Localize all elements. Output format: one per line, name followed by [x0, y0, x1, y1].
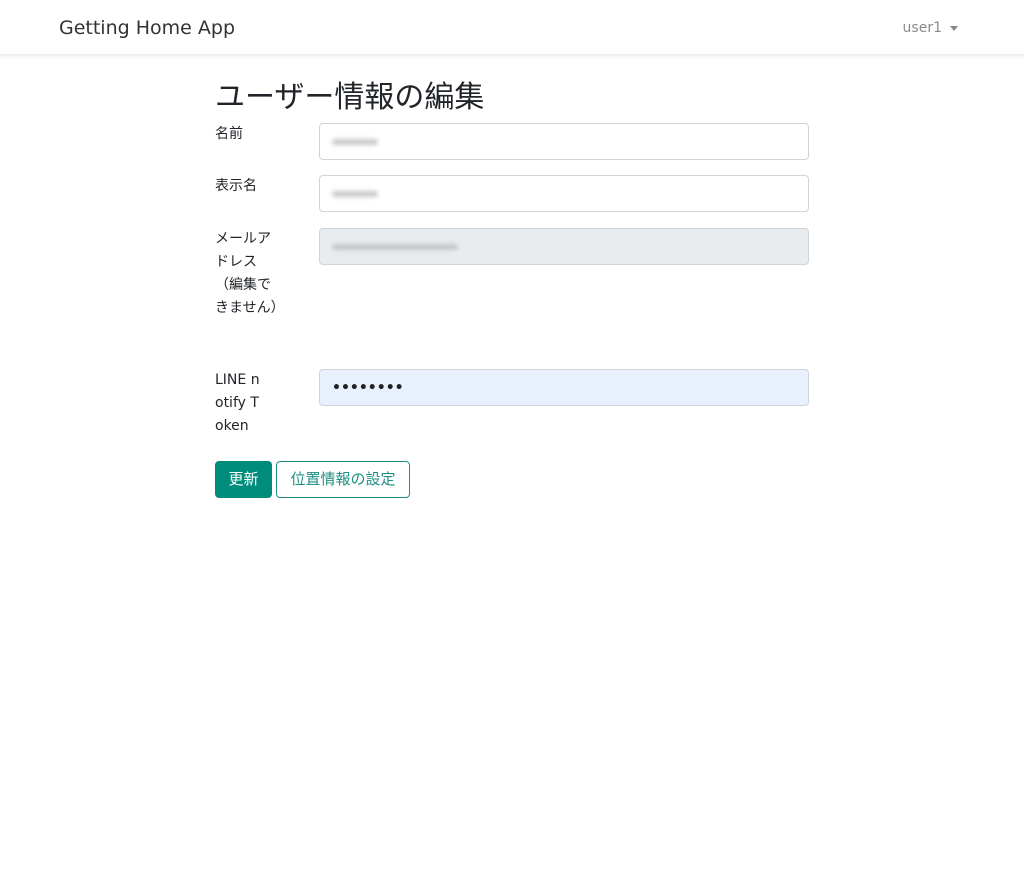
name-label: 名前: [215, 126, 243, 142]
navbar: Getting Home App user1: [0, 0, 1024, 55]
display-name-label: 表示名: [215, 178, 257, 194]
form-row-display-name: 表示名: [215, 175, 809, 212]
email-input: [319, 228, 809, 265]
name-input[interactable]: [319, 123, 809, 160]
caret-down-icon: [950, 26, 958, 31]
form-row-email: メールアドレス（編集できません）: [215, 228, 809, 348]
form-row-name: 名前: [215, 123, 809, 160]
line-token-label: LINE notify Token: [215, 372, 260, 434]
update-button[interactable]: 更新: [215, 461, 272, 498]
blurred-value: [332, 138, 378, 145]
user-name: user1: [902, 20, 942, 36]
display-name-input[interactable]: [319, 175, 809, 212]
blurred-value: [332, 243, 458, 250]
brand-link[interactable]: Getting Home App: [59, 16, 235, 40]
user-menu-toggle[interactable]: user1: [903, 18, 958, 38]
email-label: メールアドレス（編集できません）: [215, 231, 285, 316]
blurred-value: [332, 190, 378, 197]
line-token-input[interactable]: ••••••••: [319, 369, 809, 406]
location-settings-button[interactable]: 位置情報の設定: [276, 461, 410, 498]
page-title: ユーザー情報の編集: [215, 80, 485, 115]
password-dots: ••••••••: [332, 379, 404, 396]
form-row-line-token: LINE notify Token ••••••••: [215, 369, 809, 439]
